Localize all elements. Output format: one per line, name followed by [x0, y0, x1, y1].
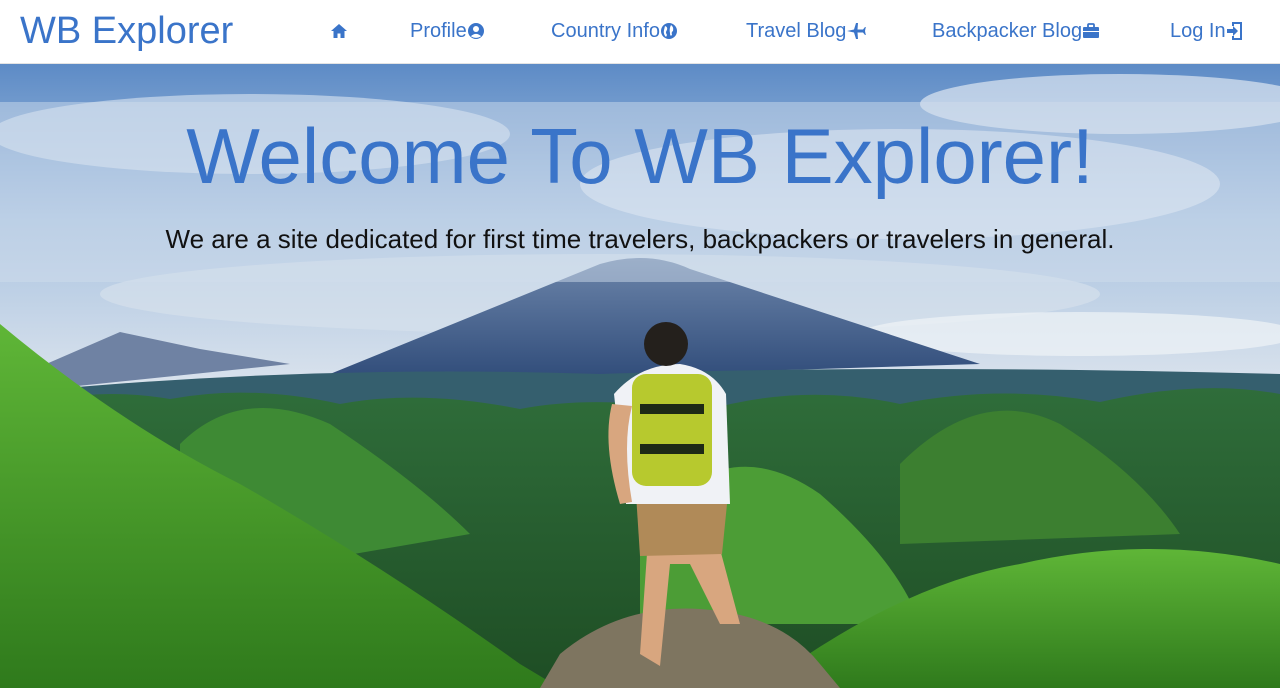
hero-subtitle: We are a site dedicated for first time t…: [165, 224, 1115, 254]
nav-profile-label: Profile: [410, 20, 467, 42]
globe-icon: [660, 22, 678, 40]
nav-country-info[interactable]: Country Info: [551, 18, 678, 44]
nav-travel-blog[interactable]: Travel Blog: [746, 18, 867, 44]
log-in-icon: [1226, 21, 1244, 41]
nav-country-info-label: Country Info: [551, 20, 660, 42]
user-circle-icon: [467, 22, 485, 40]
top-navbar: WB Explorer Profile Country Info Travel …: [0, 0, 1280, 64]
briefcase-icon: [1082, 23, 1100, 39]
hero-section: Welcome To WB Explorer! We are a site de…: [0, 64, 1280, 688]
hero-title: Welcome To WB Explorer!: [186, 112, 1094, 200]
home-icon: [330, 23, 348, 39]
home-link[interactable]: [330, 18, 348, 44]
plane-icon: [846, 22, 867, 40]
brand-link[interactable]: WB Explorer: [20, 9, 233, 53]
nav-backpacker-blog[interactable]: Backpacker Blog: [932, 18, 1100, 44]
nav-backpacker-blog-label: Backpacker Blog: [932, 20, 1083, 42]
nav-log-in-label: Log In: [1170, 20, 1226, 42]
nav-travel-blog-label: Travel Blog: [746, 20, 847, 42]
nav-log-in[interactable]: Log In: [1170, 18, 1244, 44]
nav-profile[interactable]: Profile: [410, 18, 485, 44]
